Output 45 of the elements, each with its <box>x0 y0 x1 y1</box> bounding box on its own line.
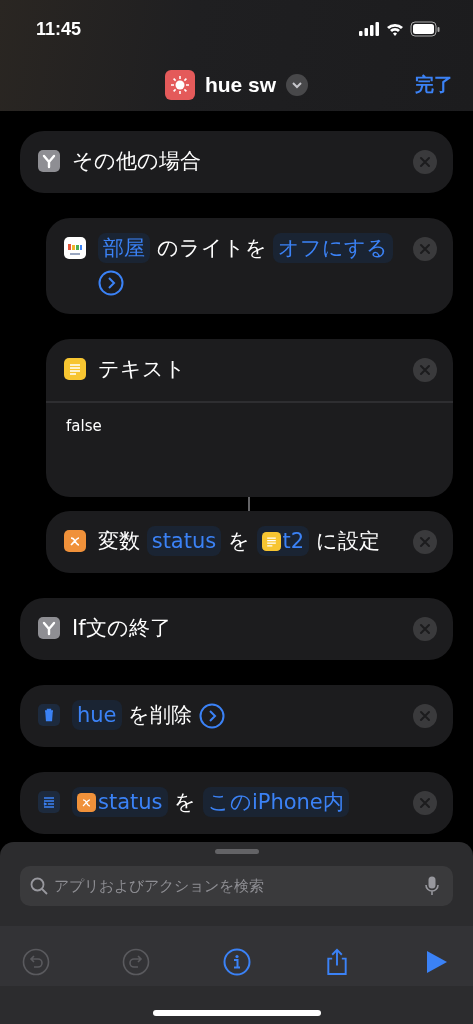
sun-icon <box>164 69 195 100</box>
trash-icon <box>38 704 60 726</box>
status-time: 11:45 <box>36 18 82 40</box>
action-label: のライトを <box>156 236 267 260</box>
action-label: に設定 <box>315 529 380 553</box>
action-label: を <box>174 790 197 814</box>
parameter-token[interactable]: オフにする <box>273 233 394 263</box>
chevron-circle-icon[interactable] <box>98 270 124 296</box>
shortcut-title[interactable]: hue sw <box>204 72 277 97</box>
document-icon <box>64 358 86 380</box>
info-icon[interactable] <box>222 948 251 976</box>
parameter-token[interactable]: t2 <box>256 526 310 556</box>
search-field[interactable]: アプリおよびアクションを検索 <box>20 866 453 906</box>
parameter-token[interactable]: 部屋 <box>98 233 150 263</box>
list-icon <box>38 791 60 813</box>
action-label: を <box>227 529 250 553</box>
close-button[interactable] <box>413 791 437 815</box>
action-label: その他の場合 <box>72 149 201 173</box>
variable-icon <box>77 793 96 812</box>
action-label: テキスト <box>98 357 186 381</box>
microphone-icon[interactable] <box>425 876 439 896</box>
close-button[interactable] <box>413 617 437 641</box>
parameter-token[interactable]: status <box>146 526 222 556</box>
parameter-token[interactable]: hue <box>72 700 122 730</box>
home-indicator[interactable] <box>152 1010 321 1016</box>
action-label: 変数 <box>98 529 140 553</box>
chevron-down-icon[interactable] <box>286 73 309 96</box>
done-button[interactable]: 完了 <box>415 71 453 98</box>
document-icon <box>261 532 281 551</box>
sheet-handle[interactable] <box>214 849 259 854</box>
variable-icon <box>64 530 86 552</box>
close-button[interactable] <box>413 530 437 554</box>
text-field[interactable]: false <box>66 417 433 457</box>
close-button[interactable] <box>413 704 437 728</box>
action-label: を削除 <box>128 703 193 727</box>
chevron-circle-icon[interactable] <box>198 703 225 729</box>
close-button[interactable] <box>413 358 437 382</box>
parameter-token[interactable]: status <box>72 787 168 817</box>
parameter-token[interactable]: このiPhone内 <box>202 787 349 817</box>
branch-icon <box>38 150 60 172</box>
action-label: If文の終了 <box>72 616 171 640</box>
app-icon <box>64 237 86 259</box>
close-button[interactable] <box>413 237 437 261</box>
branch-icon <box>38 617 60 639</box>
close-button[interactable] <box>413 150 437 174</box>
